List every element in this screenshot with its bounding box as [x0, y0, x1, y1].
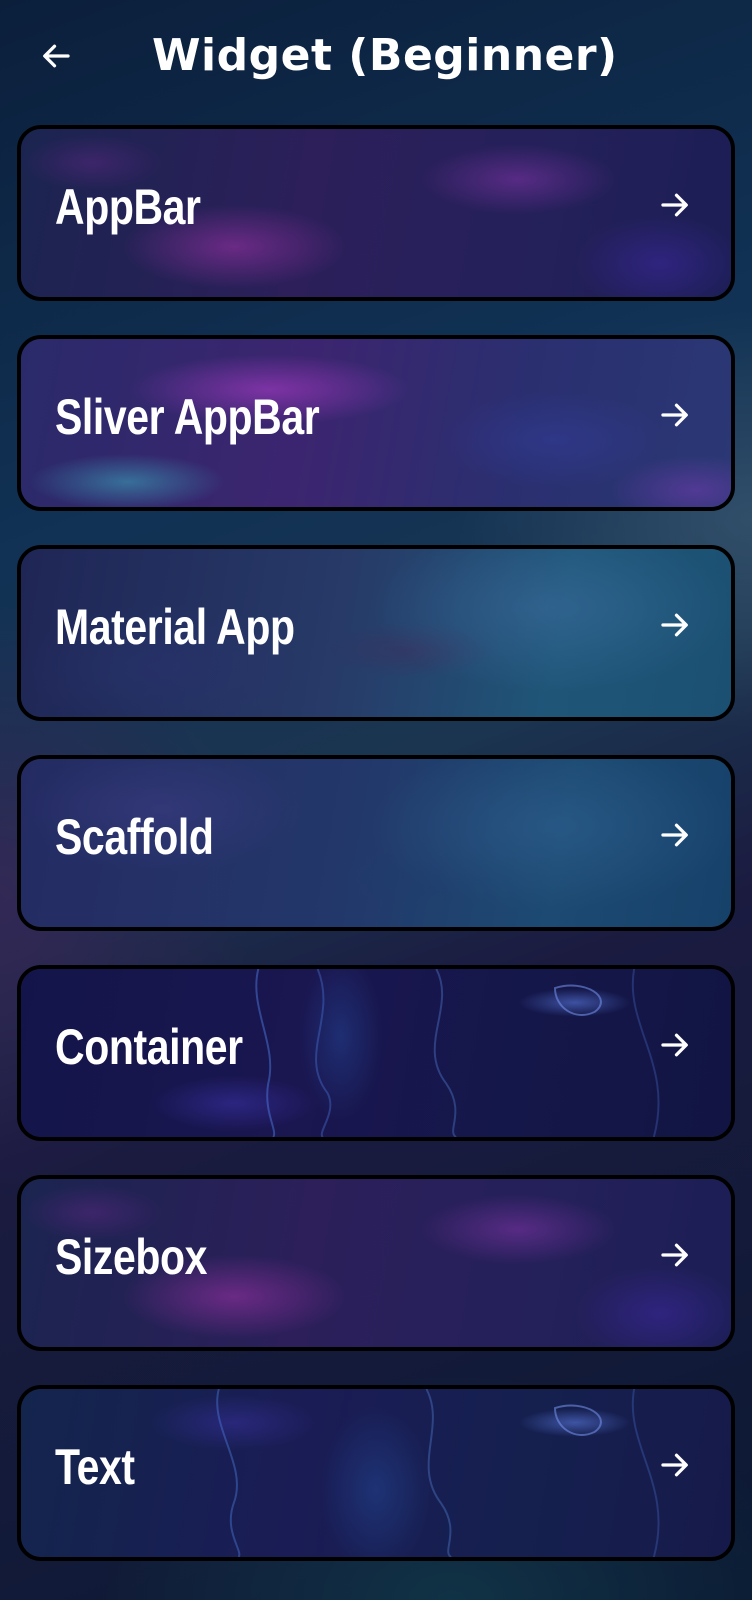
arrow-right-icon: [661, 613, 688, 637]
list-item-scaffold[interactable]: Scaffold: [17, 755, 735, 931]
widget-list: AppBar Sliver AppBar Material App Scaffo…: [17, 125, 735, 1595]
arrow-right-icon: [661, 1243, 688, 1267]
list-item-label: Material App: [55, 599, 295, 655]
list-item-appbar[interactable]: AppBar: [17, 125, 735, 301]
arrow-right-icon: [661, 823, 688, 847]
list-item-label: Container: [55, 1019, 243, 1075]
list-item-sizebox[interactable]: Sizebox: [17, 1175, 735, 1351]
arrow-right-icon: [661, 403, 688, 427]
app-bar: Widget (Beginner): [0, 0, 752, 108]
back-button[interactable]: [30, 30, 82, 82]
list-item-text[interactable]: Text: [17, 1385, 735, 1561]
arrow-right-icon: [661, 1033, 688, 1057]
list-item-container[interactable]: Container: [17, 965, 735, 1141]
page-title: Widget (Beginner): [152, 30, 618, 81]
list-item-label: Sliver AppBar: [55, 389, 320, 445]
list-item-label: Sizebox: [55, 1229, 208, 1285]
list-item-label: Scaffold: [55, 809, 214, 865]
list-item-material-app[interactable]: Material App: [17, 545, 735, 721]
arrow-right-icon: [661, 193, 688, 217]
list-item-sliver-appbar[interactable]: Sliver AppBar: [17, 335, 735, 511]
arrow-left-icon: [43, 44, 70, 68]
list-item-label: Text: [55, 1439, 135, 1495]
list-item-label: AppBar: [55, 179, 201, 235]
arrow-right-icon: [661, 1453, 688, 1477]
